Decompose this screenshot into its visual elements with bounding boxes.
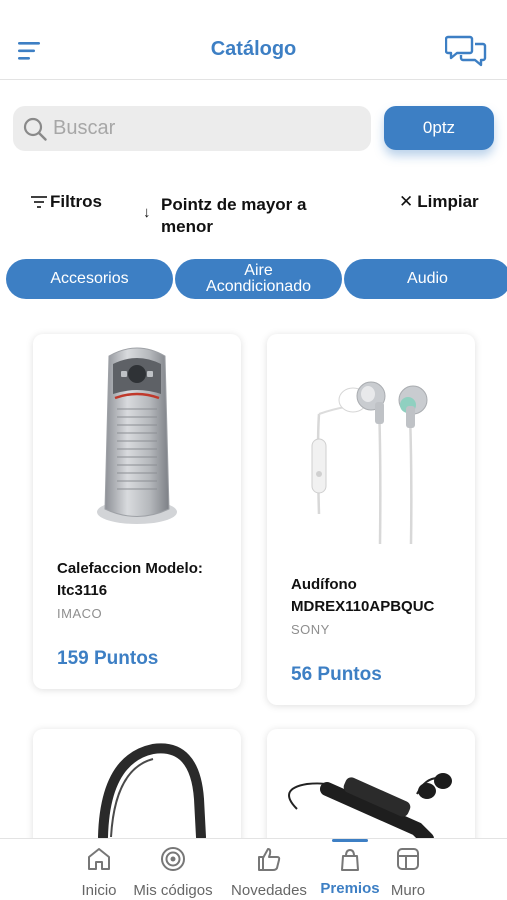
nav-label: Inicio bbox=[81, 882, 117, 899]
nav-premios[interactable]: Premios bbox=[318, 839, 382, 900]
nav-novedades[interactable]: Novedades bbox=[225, 839, 313, 900]
nav-inicio[interactable]: Inicio bbox=[72, 839, 126, 900]
page-title: Catálogo bbox=[210, 38, 297, 60]
earphones-image bbox=[311, 381, 428, 544]
clear-button[interactable]: ✕ Limpiar bbox=[399, 192, 479, 212]
product-points: 159 Puntos bbox=[57, 648, 159, 669]
target-icon bbox=[161, 847, 185, 871]
product-name: Calefaccion Modelo: Itc3116 bbox=[57, 560, 203, 599]
product-card[interactable]: Audífono MDREX110APBQUC SONY 56 Puntos bbox=[267, 334, 475, 705]
product-brand: IMACO bbox=[57, 606, 103, 621]
clear-label: Limpiar bbox=[417, 192, 479, 211]
search-bar bbox=[13, 106, 371, 151]
thumbs-up-icon bbox=[258, 848, 281, 871]
bag-icon bbox=[341, 848, 359, 871]
close-icon: ✕ bbox=[399, 192, 414, 211]
search-icon bbox=[23, 117, 47, 141]
product-brand: SONY bbox=[291, 622, 330, 637]
nav-label: Muro bbox=[390, 882, 426, 899]
category-chip-accesorios[interactable]: Accesorios bbox=[6, 259, 173, 299]
sort-label: Pointz de mayor a menor bbox=[161, 195, 307, 236]
active-indicator bbox=[332, 839, 368, 842]
nav-mis-codigos[interactable]: Mis códigos bbox=[126, 839, 220, 900]
headphones-image bbox=[98, 743, 206, 839]
home-icon bbox=[88, 848, 110, 870]
category-chips: Accesorios Aire Acondicionado Audio bbox=[6, 259, 507, 299]
nav-label: Mis códigos bbox=[133, 882, 213, 899]
heater-image bbox=[97, 347, 177, 524]
sort-button[interactable]: ↓ Pointz de mayor a menor bbox=[143, 194, 343, 238]
nav-label: Novedades bbox=[231, 882, 307, 899]
app-header: Catálogo bbox=[0, 0, 507, 80]
walkman-image bbox=[288, 773, 452, 839]
category-chip-audio[interactable]: Audio bbox=[344, 259, 507, 299]
bottom-navigation: Inicio Mis códigos Novedades Premios Mur… bbox=[0, 838, 507, 900]
arrow-down-icon: ↓ bbox=[143, 204, 151, 221]
nav-label: Premios bbox=[320, 880, 380, 897]
layout-icon bbox=[397, 848, 419, 870]
product-name: Audífono MDREX110APBQUC bbox=[291, 576, 435, 615]
filter-icon bbox=[31, 196, 47, 208]
filters-button[interactable]: Filtros bbox=[30, 192, 102, 212]
points-button[interactable]: 0ptz bbox=[384, 106, 494, 150]
nav-muro[interactable]: Muro bbox=[386, 839, 430, 900]
product-points: 56 Puntos bbox=[291, 664, 382, 685]
product-card[interactable]: Calefaccion Modelo: Itc3116 IMACO 159 Pu… bbox=[33, 334, 241, 689]
category-chip-aire-acondicionado[interactable]: Aire Acondicionado bbox=[175, 259, 342, 299]
search-input[interactable] bbox=[53, 106, 363, 151]
chat-icon[interactable] bbox=[445, 34, 487, 68]
filters-label: Filtros bbox=[50, 192, 102, 211]
